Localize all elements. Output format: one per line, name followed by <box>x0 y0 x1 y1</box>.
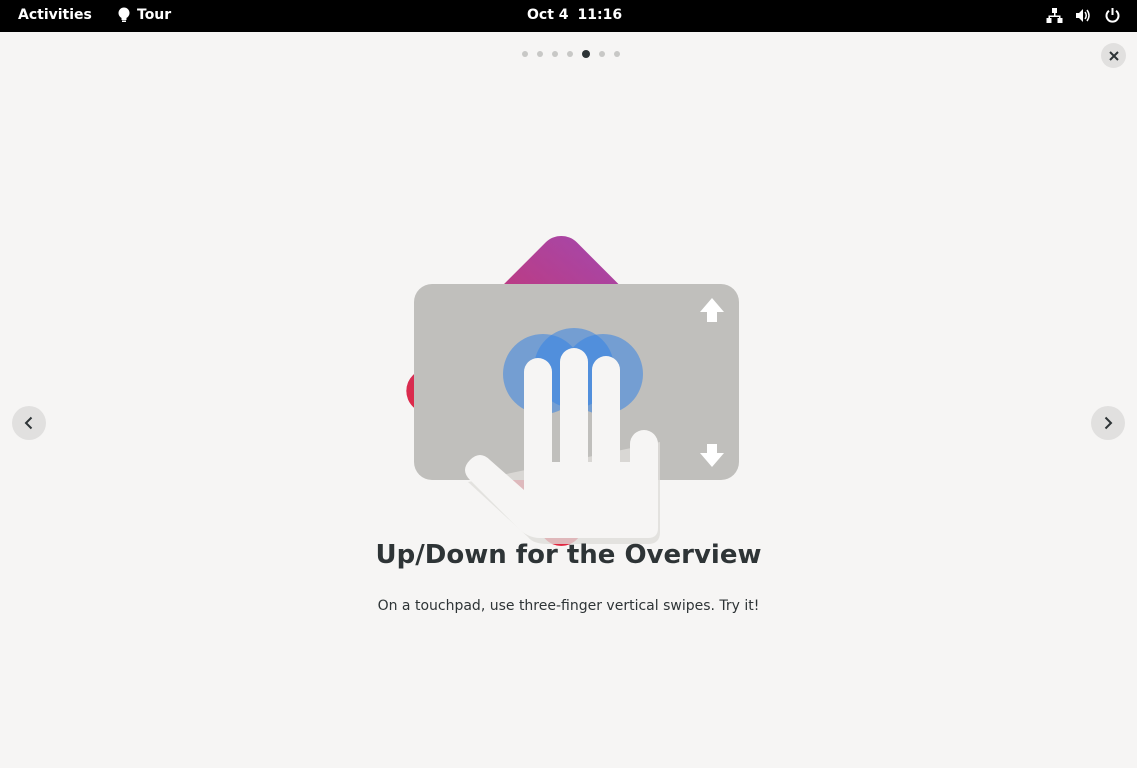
page-dot[interactable] <box>582 50 590 58</box>
system-tray[interactable] <box>1046 7 1121 24</box>
page-title: Up/Down for the Overview <box>375 540 762 570</box>
touchpad-swipe-illustration <box>406 235 739 546</box>
activities-button[interactable]: Activities <box>18 7 92 23</box>
close-icon <box>1108 50 1119 61</box>
lightbulb-icon <box>118 7 130 22</box>
page-dot[interactable] <box>599 51 605 57</box>
app-menu[interactable]: Tour <box>117 7 171 23</box>
page-dot[interactable] <box>522 51 528 57</box>
page-dot[interactable] <box>552 51 558 57</box>
volume-icon <box>1075 7 1092 24</box>
top-bar: Activities Tour Oct 4 11:16 <box>0 0 1137 32</box>
clock-time: 11:16 <box>577 7 623 23</box>
page-description: On a touchpad, use three-finger vertical… <box>377 598 760 614</box>
power-icon <box>1104 7 1121 24</box>
clock[interactable]: Oct 4 11:16 <box>527 7 622 23</box>
next-page-button[interactable] <box>1091 406 1125 440</box>
network-wired-icon <box>1046 7 1063 24</box>
app-name: Tour <box>137 7 172 23</box>
close-button[interactable] <box>1101 43 1126 68</box>
page-dot[interactable] <box>537 51 543 57</box>
page-dot[interactable] <box>614 51 620 57</box>
chevron-left-icon <box>24 416 33 430</box>
clock-date: Oct 4 <box>527 7 569 23</box>
chevron-right-icon <box>1104 416 1113 430</box>
page-dot[interactable] <box>567 51 573 57</box>
page-indicator <box>522 50 620 58</box>
previous-page-button[interactable] <box>12 406 46 440</box>
